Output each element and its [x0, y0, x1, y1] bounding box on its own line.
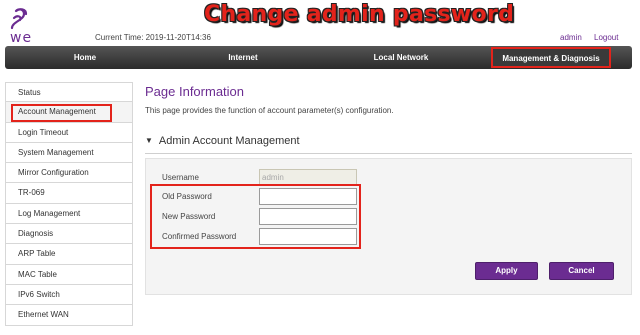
nav-home[interactable]: Home: [5, 46, 165, 69]
sidebar-item-mirror-configuration[interactable]: Mirror Configuration: [5, 163, 133, 184]
sidebar-item-status[interactable]: Status: [5, 82, 133, 103]
current-time: Current Time: 2019-11-20T14:36: [95, 33, 211, 42]
page-description: This page provides the function of accou…: [145, 106, 394, 115]
highlight-box-password-fields: [150, 184, 361, 249]
triangle-down-icon: ▼: [145, 136, 153, 145]
sidebar-item-account-management[interactable]: Account Management: [5, 102, 133, 123]
logo-text: we: [10, 30, 33, 46]
nav-management-diagnosis[interactable]: Management & Diagnosis: [491, 47, 611, 68]
nav-local-network[interactable]: Local Network: [321, 46, 481, 69]
nav-internet[interactable]: Internet: [165, 46, 321, 69]
we-logo: we: [6, 4, 40, 46]
we-logo-icon: [10, 8, 28, 30]
sidebar-item-arp-table[interactable]: ARP Table: [5, 244, 133, 265]
sidebar-item-tr069[interactable]: TR-069: [5, 183, 133, 204]
section-header[interactable]: ▼ Admin Account Management: [145, 135, 300, 147]
sidebar-item-login-timeout[interactable]: Login Timeout: [5, 122, 133, 143]
sidebar-item-system-management[interactable]: System Management: [5, 142, 133, 164]
highlight-box-sidebar: [11, 104, 112, 123]
sidebar: Status Account Management Login Timeout …: [5, 82, 133, 326]
sidebar-item-log-management[interactable]: Log Management: [5, 203, 133, 225]
sidebar-item-ethernet-wan[interactable]: Ethernet WAN: [5, 305, 133, 326]
overlay-title: Change admin password: [204, 2, 515, 27]
top-navbar: Home Internet Local Network Management &…: [5, 46, 632, 69]
username-label: Username: [162, 173, 199, 182]
user-link[interactable]: admin: [560, 33, 582, 42]
section-title: Admin Account Management: [158, 135, 300, 147]
sidebar-item-diagnosis[interactable]: Diagnosis: [5, 224, 133, 245]
sidebar-item-mac-table[interactable]: MAC Table: [5, 264, 133, 285]
logout-link[interactable]: Logout: [594, 33, 618, 42]
page-title: Page Information: [145, 84, 245, 99]
apply-button[interactable]: Apply: [475, 262, 538, 280]
sidebar-item-ipv6-switch[interactable]: IPv6 Switch: [5, 284, 133, 306]
cancel-button[interactable]: Cancel: [549, 262, 614, 280]
section-divider: [145, 153, 632, 154]
